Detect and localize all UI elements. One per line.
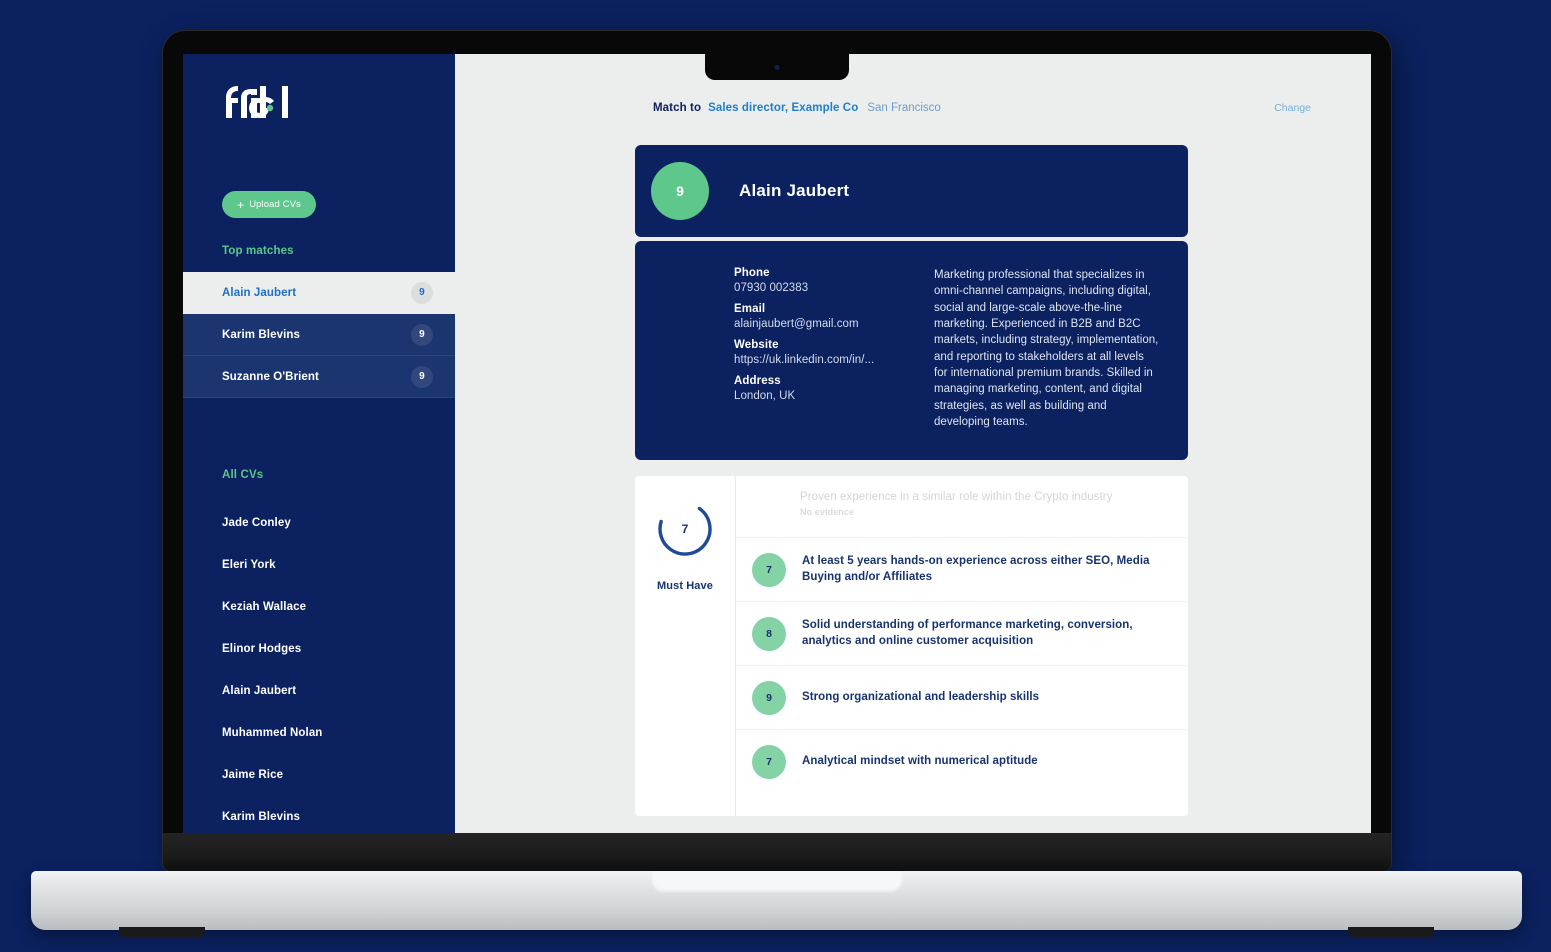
webcam-notch [705, 54, 849, 80]
contact-label-phone: Phone [734, 267, 770, 279]
sidebar-cv-item-karim-blevins[interactable]: Karim Blevins [222, 796, 455, 833]
criteria-score-badge: 9 [752, 680, 786, 715]
sidebar-match-item-suzanne-obrient[interactable]: Suzanne O'Brient 9 [183, 356, 455, 398]
criteria-row[interactable]: 7 At least 5 years hands-on experience a… [736, 538, 1188, 603]
match-to-label: Match to [653, 102, 702, 114]
laptop-base-notch [650, 871, 903, 893]
must-have-gauge: 7 [656, 500, 714, 558]
criteria-text: Proven experience in a similar role with… [800, 491, 1113, 504]
match-to-bar: Match to Sales director, Example Co San … [455, 54, 1371, 114]
contact-label-address: Address [734, 375, 781, 387]
must-have-gauge-label: Must Have [657, 580, 713, 593]
top-matches-heading: Top matches [222, 245, 294, 257]
contact-value-email: alainjaubert@gmail.com [734, 318, 859, 330]
contact-label-website: Website [734, 339, 779, 351]
sidebar-match-item-alain-jaubert[interactable]: Alain Jaubert 9 [183, 272, 455, 314]
laptop-foot-right [1348, 927, 1434, 937]
criteria-row[interactable]: 8 Solid understanding of performance mar… [736, 602, 1188, 667]
laptop-foot-left [119, 927, 205, 937]
brand-logo[interactable] [183, 54, 455, 118]
laptop-base [31, 871, 1522, 937]
candidate-header-card: 9 Alain Jaubert [635, 145, 1188, 237]
sidebar-cv-item-jade-conley[interactable]: Jade Conley [222, 502, 455, 544]
webcam-icon [774, 65, 780, 70]
all-cvs-list: Jade Conley Eleri York Keziah Wallace El… [183, 502, 455, 833]
criteria-text: Analytical mindset with numerical aptitu… [802, 755, 1038, 768]
criteria-score-badge: 7 [752, 552, 786, 587]
must-have-gauge-column: 7 Must Have [635, 476, 736, 817]
sidebar-match-item-karim-blevins[interactable]: Karim Blevins 9 [183, 314, 455, 356]
match-score-badge: 9 [411, 323, 433, 346]
all-cvs-section: All CVs Jade Conley Eleri York Keziah Wa… [183, 469, 455, 833]
candidate-score-badge: 9 [651, 162, 709, 220]
criteria-row[interactable]: 9 Strong organizational and leadership s… [736, 666, 1188, 731]
criteria-text: Solid understanding of performance marke… [802, 618, 1133, 647]
main-content: Match to Sales director, Example Co San … [455, 54, 1371, 833]
criteria-text: Strong organizational and leadership ski… [802, 690, 1040, 703]
criteria-row[interactable]: 7 Analytical mindset with numerical apti… [736, 730, 1188, 794]
all-cvs-heading: All CVs [222, 469, 264, 481]
criteria-score-badge: 7 [752, 745, 786, 780]
criteria-row[interactable]: Proven experience in a similar role with… [736, 476, 1188, 539]
match-job-title[interactable]: Sales director, Example Co [708, 102, 858, 114]
match-name: Karim Blevins [222, 328, 300, 341]
fribl-logo-icon [226, 86, 288, 118]
plus-icon: + [237, 197, 245, 212]
laptop-chin [163, 833, 1391, 871]
must-have-gauge-value: 7 [681, 522, 689, 537]
sidebar-cv-item-eleri-york[interactable]: Eleri York [222, 544, 455, 586]
upload-cvs-button[interactable]: + Upload CVs [222, 191, 316, 218]
sidebar-cv-item-alain-jaubert[interactable]: Alain Jaubert [222, 670, 455, 712]
laptop-screen: + Upload CVs Top matches Alain Jaubert 9… [183, 54, 1371, 833]
laptop-frame: + Upload CVs Top matches Alain Jaubert 9… [163, 31, 1391, 871]
contact-label-email: Email [734, 303, 766, 315]
match-score-badge: 9 [411, 365, 433, 388]
contact-details: Phone 07930 002383 Email alainjaubert@gm… [734, 267, 906, 430]
must-have-card: 7 Must Have Proven experience in a simil… [635, 476, 1188, 817]
match-job-location: San Francisco [867, 102, 941, 114]
change-job-link[interactable]: Change [1274, 102, 1311, 114]
match-name: Alain Jaubert [222, 286, 297, 299]
sidebar: + Upload CVs Top matches Alain Jaubert 9… [183, 54, 455, 833]
candidate-details-card: Phone 07930 002383 Email alainjaubert@gm… [635, 241, 1188, 461]
match-score-badge: 9 [411, 281, 433, 304]
sidebar-cv-item-muhammed-nolan[interactable]: Muhammed Nolan [222, 712, 455, 754]
candidate-panel: 9 Alain Jaubert Phone 07930 002383 Email… [635, 145, 1188, 817]
sidebar-cv-item-elinor-hodges[interactable]: Elinor Hodges [222, 628, 455, 670]
top-matches-list: Alain Jaubert 9 Karim Blevins 9 Suzanne … [183, 272, 455, 398]
sidebar-cv-item-keziah-wallace[interactable]: Keziah Wallace [222, 586, 455, 628]
contact-value-address: London, UK [734, 390, 796, 402]
criteria-text: At least 5 years hands-on experience acr… [802, 554, 1150, 583]
sidebar-cv-item-jaime-rice[interactable]: Jaime Rice [222, 754, 455, 796]
criteria-score-badge: 8 [752, 616, 786, 651]
candidate-name: Alain Jaubert [739, 181, 850, 200]
contact-value-website[interactable]: https://uk.linkedin.com/in/... [734, 354, 906, 366]
criteria-list: Proven experience in a similar role with… [736, 476, 1188, 816]
criteria-evidence-note: No evidence [800, 507, 855, 518]
upload-cvs-label: Upload CVs [249, 199, 301, 210]
contact-value-phone: 07930 002383 [734, 282, 809, 294]
application-window: + Upload CVs Top matches Alain Jaubert 9… [183, 54, 1371, 833]
candidate-summary: Marketing professional that specializes … [934, 269, 1159, 428]
match-name: Suzanne O'Brient [222, 370, 319, 383]
